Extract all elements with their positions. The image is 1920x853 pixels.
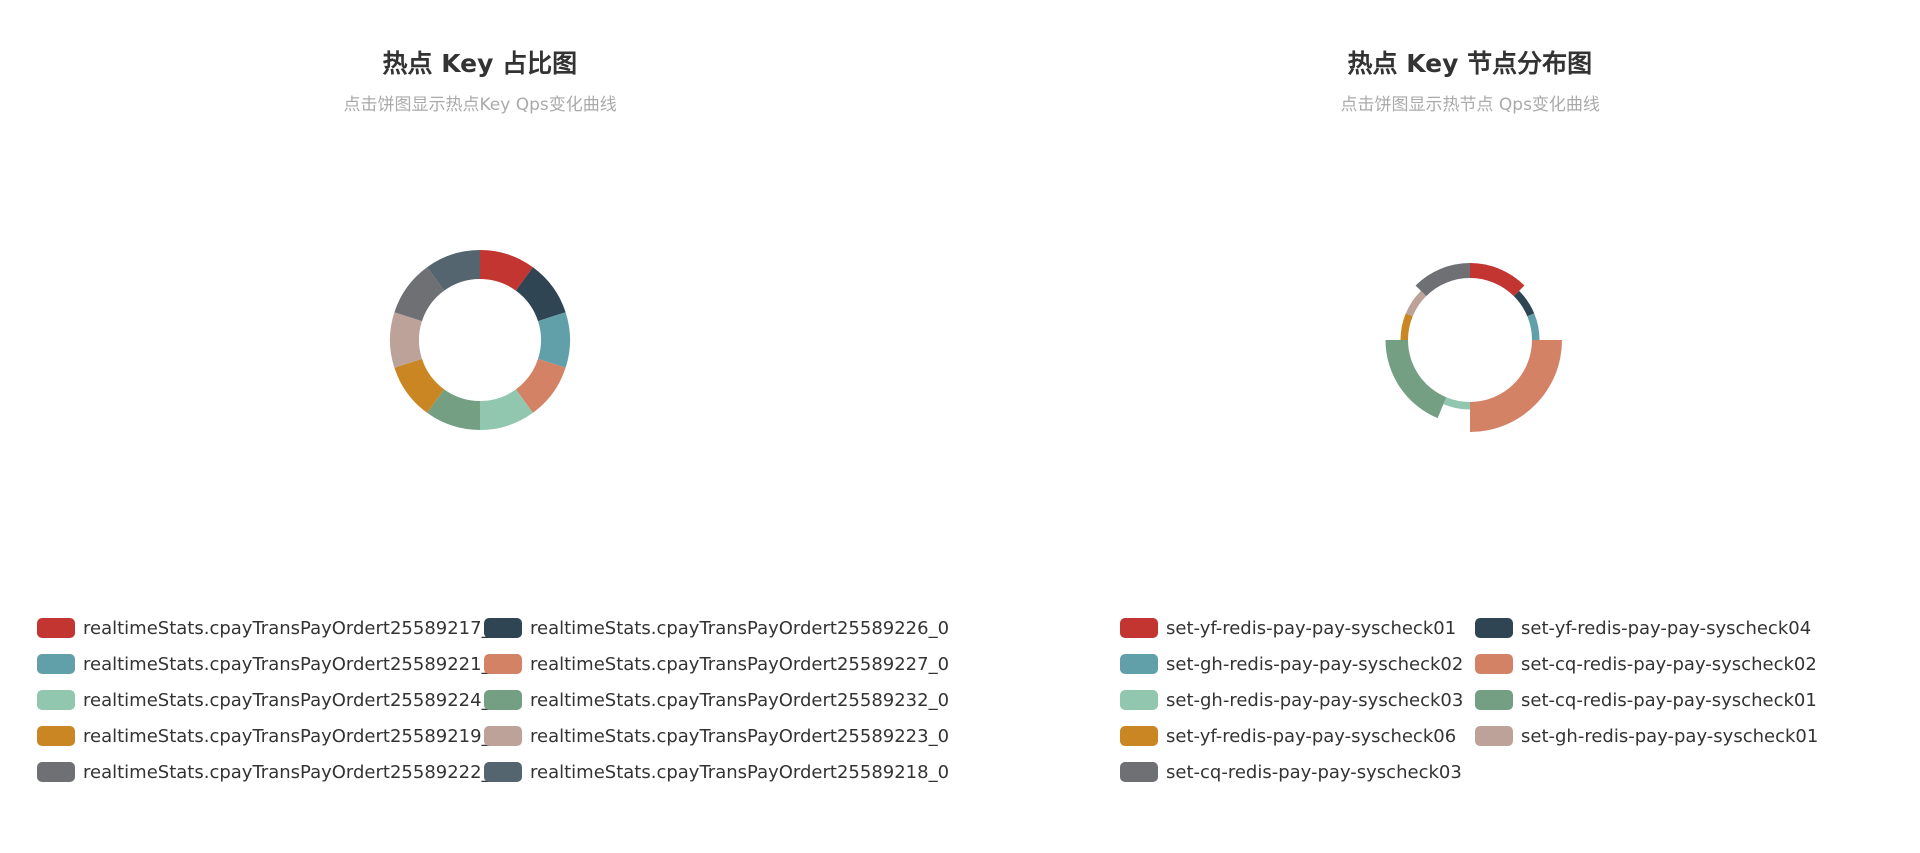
- legend-label: realtimeStats.cpayTransPayOrdert25589223…: [530, 725, 950, 747]
- legend-label: set-gh-redis-pay-pay-syscheck01: [1521, 725, 1819, 747]
- legend-item[interactable]: realtimeStats.cpayTransPayOrdert25589227…: [484, 652, 949, 676]
- legend-swatch: [37, 762, 75, 782]
- legend-item[interactable]: realtimeStats.cpayTransPayOrdert25589232…: [484, 688, 949, 712]
- legend-label: realtimeStats.cpayTransPayOrdert25589218…: [530, 761, 950, 783]
- legend-label: realtimeStats.cpayTransPayOrdert25589224…: [83, 689, 503, 711]
- legend-item[interactable]: realtimeStats.cpayTransPayOrdert25589224…: [37, 688, 502, 712]
- legend-item[interactable]: realtimeStats.cpayTransPayOrdert25589219…: [37, 724, 502, 748]
- legend-swatch: [484, 690, 522, 710]
- pie-slice-9[interactable]: [1415, 263, 1470, 297]
- legend-label: realtimeStats.cpayTransPayOrdert25589222…: [83, 761, 503, 783]
- legend-label: set-cq-redis-pay-pay-syscheck03: [1166, 761, 1462, 783]
- pie-slice-5[interactable]: [1443, 397, 1470, 410]
- legend-label: realtimeStats.cpayTransPayOrdert25589217…: [83, 617, 503, 639]
- legend-swatch: [1475, 618, 1513, 638]
- legend-swatch: [484, 618, 522, 638]
- legend-swatch: [1475, 654, 1513, 674]
- legend-label: set-yf-redis-pay-pay-syscheck06: [1166, 725, 1457, 747]
- legend-swatch: [1120, 654, 1158, 674]
- legend-item[interactable]: set-yf-redis-pay-pay-syscheck06: [1120, 724, 1456, 748]
- legend-swatch: [1120, 690, 1158, 710]
- legend-swatch: [1120, 762, 1158, 782]
- legend-swatch: [1120, 618, 1158, 638]
- legend-swatch: [484, 654, 522, 674]
- legend-label: realtimeStats.cpayTransPayOrdert25589221…: [83, 653, 503, 675]
- legend-swatch: [37, 690, 75, 710]
- legend-item[interactable]: set-gh-redis-pay-pay-syscheck02: [1120, 652, 1463, 676]
- legend-label: set-yf-redis-pay-pay-syscheck01: [1166, 617, 1457, 639]
- legend-swatch: [37, 726, 75, 746]
- pie-slice-2[interactable]: [1513, 290, 1535, 317]
- legend-item[interactable]: set-yf-redis-pay-pay-syscheck01: [1120, 616, 1456, 640]
- legend-swatch: [1475, 726, 1513, 746]
- legend-label: realtimeStats.cpayTransPayOrdert25589226…: [530, 617, 950, 639]
- legend-swatch: [1475, 690, 1513, 710]
- legend-label: realtimeStats.cpayTransPayOrdert25589227…: [530, 653, 950, 675]
- legend-label: realtimeStats.cpayTransPayOrdert25589219…: [83, 725, 503, 747]
- legend-swatch: [37, 654, 75, 674]
- pie-slice-3[interactable]: [538, 312, 571, 368]
- pie-slice-6[interactable]: [1385, 340, 1447, 419]
- legend-item[interactable]: set-gh-redis-pay-pay-syscheck01: [1475, 724, 1818, 748]
- legend-item[interactable]: realtimeStats.cpayTransPayOrdert25589218…: [484, 760, 949, 784]
- legend-item[interactable]: set-cq-redis-pay-pay-syscheck01: [1475, 688, 1817, 712]
- hot-key-node-distribution-chart: 热点 Key 节点分布图 点击饼图显示热节点 Qps变化曲线 set-yf-re…: [960, 0, 1920, 853]
- pie-slice-8[interactable]: [389, 312, 422, 368]
- legend-item[interactable]: set-yf-redis-pay-pay-syscheck04: [1475, 616, 1811, 640]
- legend-swatch: [484, 762, 522, 782]
- legend-item[interactable]: set-gh-redis-pay-pay-syscheck03: [1120, 688, 1463, 712]
- pie-slice-1[interactable]: [1470, 263, 1525, 297]
- legend-label: set-gh-redis-pay-pay-syscheck03: [1166, 689, 1464, 711]
- legend-label: set-yf-redis-pay-pay-syscheck04: [1521, 617, 1812, 639]
- pie-slice-8[interactable]: [1405, 290, 1427, 317]
- legend-item[interactable]: realtimeStats.cpayTransPayOrdert25589217…: [37, 616, 502, 640]
- legend-item[interactable]: set-cq-redis-pay-pay-syscheck02: [1475, 652, 1817, 676]
- legend-swatch: [484, 726, 522, 746]
- legend-label: realtimeStats.cpayTransPayOrdert25589232…: [530, 689, 950, 711]
- legend-swatch: [1120, 726, 1158, 746]
- legend-item[interactable]: realtimeStats.cpayTransPayOrdert25589221…: [37, 652, 502, 676]
- legend-label: set-gh-redis-pay-pay-syscheck02: [1166, 653, 1464, 675]
- legend-item[interactable]: realtimeStats.cpayTransPayOrdert25589226…: [484, 616, 949, 640]
- pie-slice-7[interactable]: [1400, 313, 1413, 340]
- legend-item[interactable]: realtimeStats.cpayTransPayOrdert25589223…: [484, 724, 949, 748]
- legend-item[interactable]: set-cq-redis-pay-pay-syscheck03: [1120, 760, 1462, 784]
- legend-item[interactable]: realtimeStats.cpayTransPayOrdert25589222…: [37, 760, 502, 784]
- pie-slice-4[interactable]: [1470, 340, 1562, 432]
- legend-label: set-cq-redis-pay-pay-syscheck02: [1521, 653, 1817, 675]
- legend-swatch: [37, 618, 75, 638]
- hot-key-share-chart: 热点 Key 占比图 点击饼图显示热点Key Qps变化曲线 realtimeS…: [0, 0, 960, 853]
- pie-slice-3[interactable]: [1527, 313, 1540, 340]
- legend-label: set-cq-redis-pay-pay-syscheck01: [1521, 689, 1817, 711]
